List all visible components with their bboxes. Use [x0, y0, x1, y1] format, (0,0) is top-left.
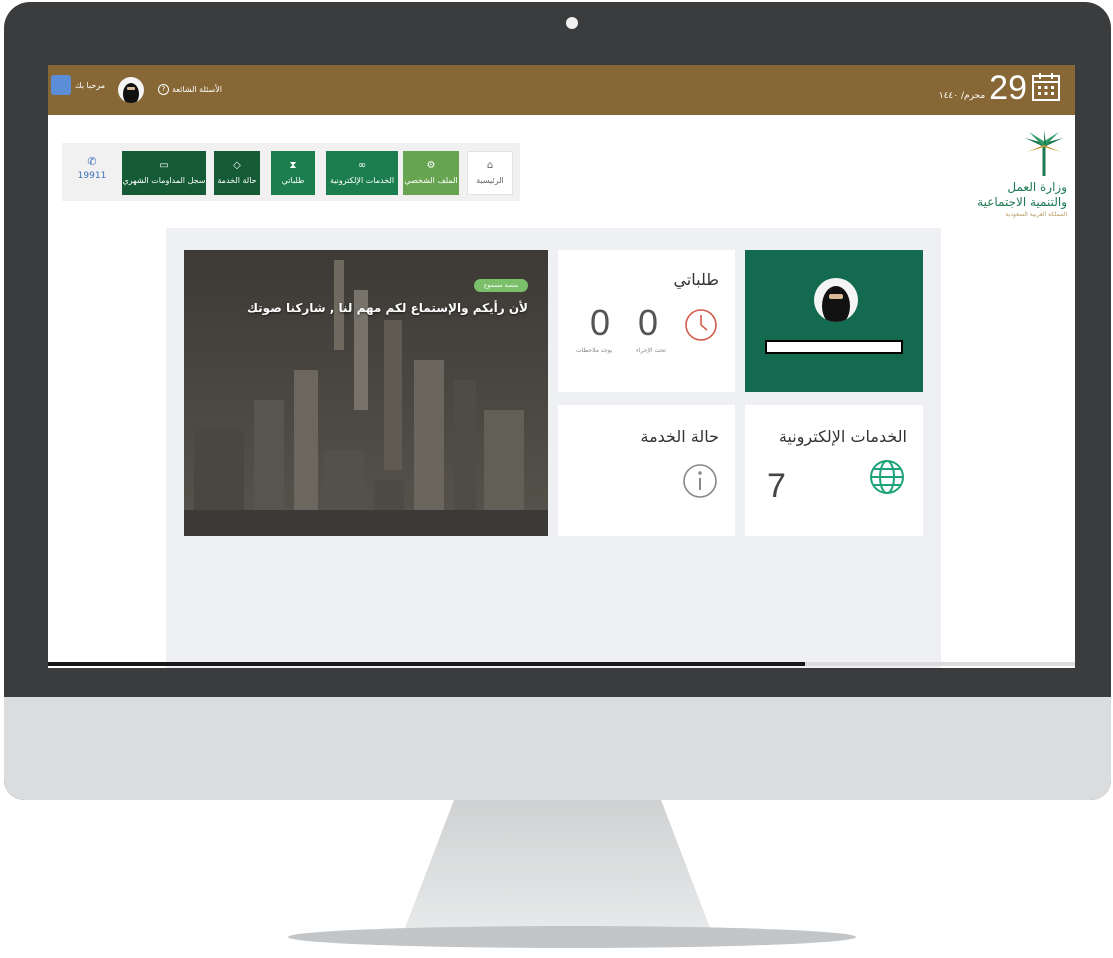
screen-edge [48, 662, 805, 666]
user-menu-icon[interactable] [51, 75, 71, 95]
card-title: حالة الخدمة [640, 427, 720, 446]
faq-label: الأسئلة الشائعة [172, 85, 222, 94]
stage: مرحبا بك ? الأسئلة الشائعة محرم/ ١٤٤٠ 29… [0, 0, 1113, 958]
in-progress-label: تحت الإجراء [636, 347, 666, 354]
nav-monthly-attendance[interactable]: ▭ سجل المداومات الشهري [122, 151, 206, 195]
nav-label: طلباتي [281, 176, 305, 185]
nav-label: الخدمات الإلكترونية [329, 176, 395, 185]
question-icon: ? [158, 84, 169, 95]
eservices-count: 7 [767, 467, 786, 505]
nav-my-requests[interactable]: ⧗ طلباتي [271, 151, 315, 195]
profile-avatar [814, 278, 858, 322]
nav-profile[interactable]: ⚙ الملف الشخصي [403, 151, 459, 195]
eservices-card[interactable]: الخدمات الإلكترونية 7 [745, 405, 923, 536]
service-status-card[interactable]: حالة الخدمة [558, 405, 735, 536]
date-month: محرم/ ١٤٤٠ [938, 91, 986, 101]
calendar-icon [1032, 73, 1060, 101]
hourglass-icon: ⧗ [289, 160, 297, 171]
ministry-logo: وزارة العمل والتنمية الاجتماعية المملكة … [957, 130, 1067, 220]
card-title: الخدمات الإلكترونية [778, 427, 907, 446]
logo-line2: والتنمية الاجتماعية [977, 195, 1067, 209]
camera-icon [566, 17, 578, 29]
phone-contact[interactable]: ✆ 19911 [76, 155, 108, 181]
nav-label: حالة الخدمة [217, 176, 257, 185]
avatar[interactable] [118, 77, 144, 103]
screen-edge-light [805, 662, 1075, 666]
profile-card[interactable] [745, 250, 923, 392]
welcome-text: مرحبا بك [75, 80, 106, 90]
banner-text: لأن رأيكم والإستماع لكم مهم لنا , شاركنا… [247, 301, 528, 315]
phone-number: 19911 [77, 171, 107, 181]
monitor-stand [402, 800, 713, 935]
notes-label: يوجد ملاحظات [576, 347, 613, 354]
date-day: 29 [989, 69, 1027, 107]
faq-link[interactable]: ? الأسئلة الشائعة [158, 84, 222, 95]
my-requests-card[interactable]: طلباتي 0 تحت الإجراء 0 يوجد ملاحظات [558, 250, 735, 392]
tag-icon: ◇ [233, 160, 241, 171]
monitor-chin [4, 697, 1111, 800]
city-photo [184, 250, 548, 536]
card-icon: ▭ [159, 160, 169, 171]
nav-service-status[interactable]: ◇ حالة الخدمة [214, 151, 260, 195]
survey-banner[interactable]: منصة مسموع لأن رأيكم والإستماع لكم مهم ل… [184, 250, 548, 536]
globe-icon [870, 460, 904, 494]
dashboard: منصة مسموع لأن رأيكم والإستماع لكم مهم ل… [166, 228, 941, 668]
monitor-base [288, 926, 856, 948]
banner-tag: منصة مسموع [473, 279, 528, 292]
link-icon: ∞ [357, 160, 367, 171]
info-icon [683, 464, 717, 498]
nav-label: سجل المداومات الشهري [122, 176, 206, 185]
card-title: طلباتي [673, 270, 719, 289]
home-icon: ⌂ [486, 160, 494, 171]
in-progress-count: 0 [638, 302, 659, 343]
user-welcome[interactable]: مرحبا بك [51, 75, 105, 95]
logo-line1: وزارة العمل [1007, 180, 1067, 194]
logo-line3: المملكة العربية السعودية [1005, 211, 1067, 218]
hijri-date: محرم/ ١٤٤٠ 29 [939, 69, 1061, 107]
nav-home[interactable]: ⌂ الرئيسية [467, 151, 513, 195]
nav-eservices[interactable]: ∞ الخدمات الإلكترونية [326, 151, 398, 195]
palm-logo-icon [1025, 130, 1063, 176]
nav-label: الملف الشخصي [404, 176, 458, 185]
nav-label: الرئيسية [476, 176, 504, 185]
gear-icon: ⚙ [426, 160, 436, 171]
clock-icon [685, 309, 717, 341]
notes-count: 0 [590, 302, 611, 343]
phone-icon: ✆ [87, 155, 97, 168]
main-nav: ✆ 19911 ▭ سجل المداومات الشهري ◇ حالة ال… [62, 143, 520, 201]
top-bar: مرحبا بك ? الأسئلة الشائعة محرم/ ١٤٤٠ 29 [48, 65, 1075, 115]
profile-name-bar [765, 340, 903, 354]
screen: مرحبا بك ? الأسئلة الشائعة محرم/ ١٤٤٠ 29… [48, 65, 1075, 668]
